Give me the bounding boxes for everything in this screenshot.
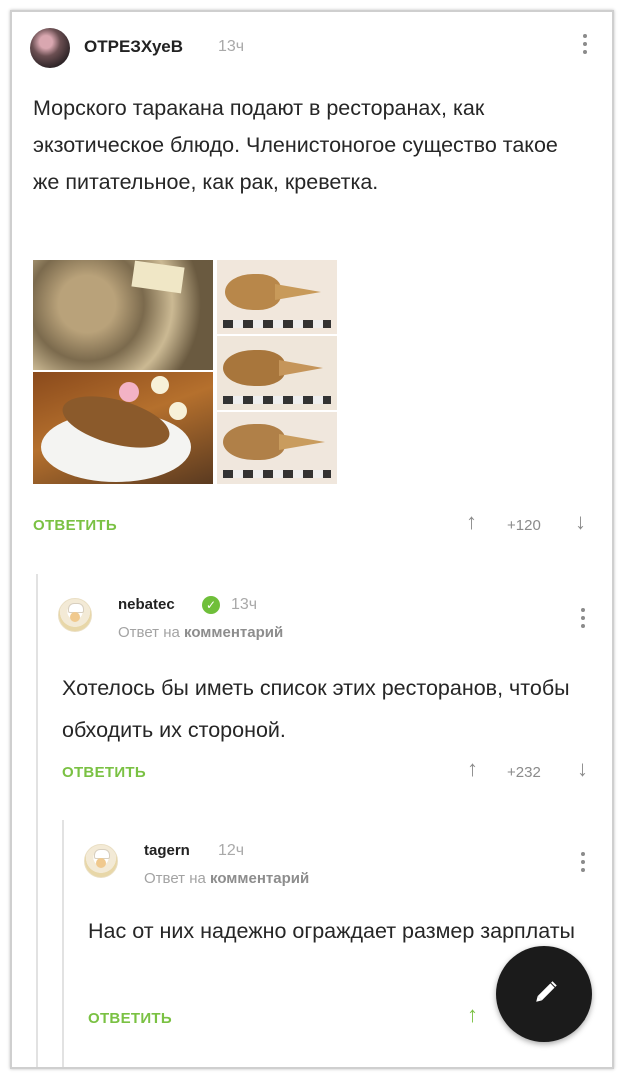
more-options-icon[interactable] [583, 34, 589, 58]
comment-author-name[interactable]: nebatec [118, 596, 175, 613]
reply-to-prefix: Ответ на [118, 624, 180, 641]
image-specimen-a [217, 260, 337, 334]
reply-button[interactable]: ОТВЕТИТЬ [33, 517, 117, 534]
comment-text: Хотелось бы иметь список этих ресторанов… [62, 676, 570, 742]
verified-badge-icon: ✓ [202, 596, 220, 614]
image-specimen-b [217, 336, 337, 410]
reply-to-link[interactable]: комментарий [210, 870, 309, 887]
write-comment-fab[interactable] [496, 946, 592, 1042]
comment-score: +232 [507, 764, 541, 781]
reply-to-label: Ответ на комментарий [118, 624, 283, 641]
comment-thread-frame: ОТРЕЗХуеВ 13ч Морского таракана подают в… [10, 10, 614, 1069]
post-score: +120 [507, 517, 541, 534]
upvote-icon[interactable]: ↑ [467, 1002, 478, 1028]
reply-button[interactable]: ОТВЕТИТЬ [62, 764, 146, 781]
thread-line [62, 820, 64, 1067]
more-options-icon[interactable] [581, 608, 587, 632]
downvote-icon[interactable]: ↓ [575, 509, 586, 535]
image-dish-on-plate [33, 372, 213, 484]
post-time: 13ч [218, 38, 245, 55]
post-text: Морского таракана подают в ресторанах, к… [33, 96, 558, 194]
comment-time: 13ч [231, 596, 258, 613]
reply-button[interactable]: ОТВЕТИТЬ [88, 1010, 172, 1027]
image-specimen-c [217, 412, 337, 484]
post-image-collage[interactable] [33, 260, 337, 484]
reply-to-link[interactable]: комментарий [184, 624, 283, 641]
downvote-icon[interactable]: ↓ [577, 756, 588, 782]
commenter-avatar[interactable] [58, 598, 92, 632]
image-pile-of-isopods [33, 260, 213, 370]
upvote-icon[interactable]: ↑ [466, 509, 477, 535]
reply-to-prefix: Ответ на [144, 870, 206, 887]
comment-author-name[interactable]: tagern [144, 842, 190, 859]
thread-line [36, 574, 38, 1067]
post-author-name[interactable]: ОТРЕЗХуеВ [84, 37, 183, 57]
upvote-icon[interactable]: ↑ [467, 756, 478, 782]
commenter-avatar[interactable] [84, 844, 118, 878]
author-avatar[interactable] [30, 28, 70, 68]
comment-time: 12ч [218, 842, 245, 859]
pencil-icon [536, 981, 557, 1002]
more-options-icon[interactable] [581, 852, 587, 876]
reply-to-label: Ответ на комментарий [144, 870, 309, 887]
